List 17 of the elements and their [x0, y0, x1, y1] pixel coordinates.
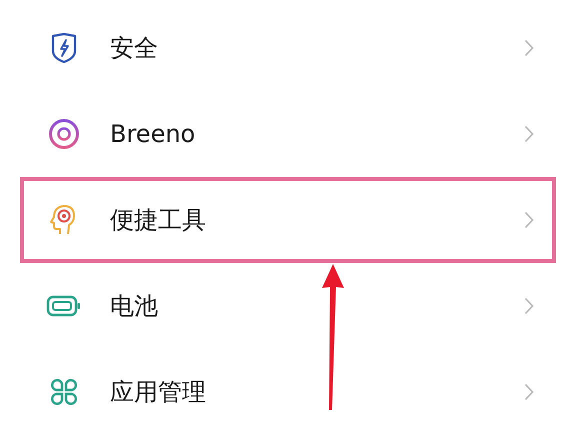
settings-row[interactable]: 电池: [20, 263, 556, 349]
chevron-right-icon: [524, 383, 534, 401]
settings-row[interactable]: 安全: [20, 5, 556, 91]
settings-row[interactable]: Breeno: [20, 91, 556, 177]
battery-icon: [46, 294, 82, 318]
setting-label: 电池: [110, 291, 159, 322]
chevron-right-icon: [524, 297, 534, 315]
settings-row-highlighted[interactable]: 便捷工具: [20, 177, 556, 263]
setting-label: 便捷工具: [110, 205, 207, 236]
chevron-right-icon: [524, 39, 534, 57]
setting-label: 应用管理: [110, 377, 207, 408]
setting-label: 安全: [110, 33, 159, 64]
target-icon: [46, 118, 82, 150]
settings-row[interactable]: 应用管理: [20, 349, 556, 427]
setting-label: Breeno: [110, 120, 196, 148]
chevron-right-icon: [524, 125, 534, 143]
chevron-right-icon: [524, 211, 534, 229]
